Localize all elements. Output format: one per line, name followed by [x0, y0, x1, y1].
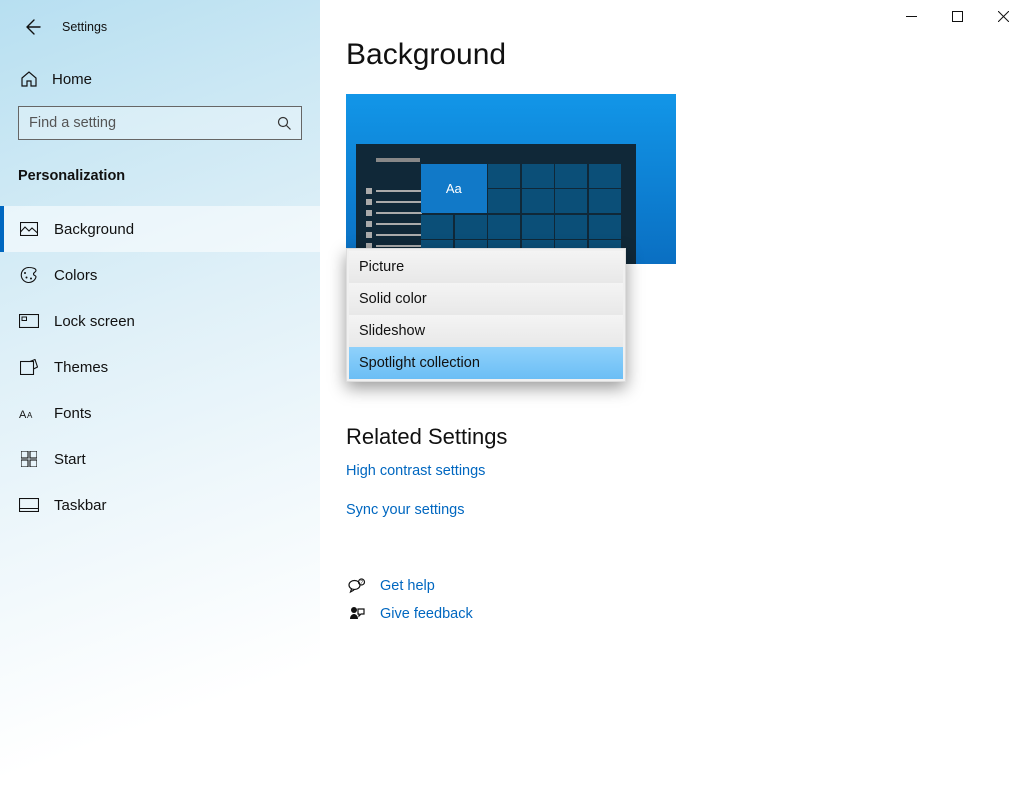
background-icon: [18, 222, 40, 236]
link-give-feedback[interactable]: Give feedback: [380, 606, 473, 622]
dropdown-option-spotlight[interactable]: Spotlight collection: [349, 347, 623, 379]
fonts-icon: AA: [18, 406, 40, 420]
svg-text:A: A: [19, 409, 27, 420]
home-icon: [18, 70, 40, 88]
help-icon: ?: [346, 578, 368, 594]
preview-sample-text: Aa: [421, 164, 487, 213]
sidebar-item-start[interactable]: Start: [0, 436, 320, 482]
sidebar: Settings Home Personalization Background…: [0, 0, 320, 802]
search-icon: [267, 107, 301, 139]
sidebar-item-fonts[interactable]: AA Fonts: [0, 390, 320, 436]
lockscreen-icon: [18, 314, 40, 328]
sidebar-item-colors[interactable]: Colors: [0, 252, 320, 298]
background-preview: Aa: [346, 94, 676, 264]
home-link[interactable]: Home: [0, 70, 320, 88]
main-content: Background Aa Picture Solid color Slides…: [320, 0, 1026, 802]
sidebar-item-label: Colors: [54, 267, 97, 284]
sidebar-item-label: Start: [54, 451, 86, 468]
sidebar-item-taskbar[interactable]: Taskbar: [0, 482, 320, 528]
sidebar-item-lockscreen[interactable]: Lock screen: [0, 298, 320, 344]
app-title: Settings: [62, 20, 107, 34]
dropdown-option-slideshow[interactable]: Slideshow: [349, 315, 623, 347]
dropdown-option-solid-color[interactable]: Solid color: [349, 283, 623, 315]
link-get-help[interactable]: Get help: [380, 578, 435, 594]
related-settings-heading: Related Settings: [346, 424, 1026, 450]
sidebar-item-label: Background: [54, 221, 134, 238]
colors-icon: [18, 266, 40, 284]
sidebar-item-themes[interactable]: Themes: [0, 344, 320, 390]
sidebar-item-label: Taskbar: [54, 497, 107, 514]
section-title: Personalization: [0, 168, 320, 184]
feedback-icon: [346, 606, 368, 622]
sidebar-item-background[interactable]: Background: [0, 206, 320, 252]
search-box[interactable]: [18, 106, 302, 140]
taskbar-icon: [18, 498, 40, 512]
dropdown-option-picture[interactable]: Picture: [349, 251, 623, 283]
sidebar-item-label: Fonts: [54, 405, 92, 422]
home-label: Home: [52, 71, 92, 88]
link-high-contrast-settings[interactable]: High contrast settings: [346, 463, 485, 479]
svg-text:?: ?: [360, 580, 363, 586]
back-button[interactable]: [20, 15, 44, 39]
link-sync-your-settings[interactable]: Sync your settings: [346, 502, 464, 518]
themes-icon: [18, 359, 40, 375]
start-icon: [18, 451, 40, 467]
sidebar-item-label: Themes: [54, 359, 108, 376]
page-title: Background: [346, 38, 1026, 72]
search-input[interactable]: [19, 115, 267, 131]
settings-window: Settings Home Personalization Background…: [0, 0, 1026, 802]
sidebar-item-label: Lock screen: [54, 313, 135, 330]
svg-text:A: A: [27, 411, 33, 420]
background-mode-dropdown[interactable]: Picture Solid color Slideshow Spotlight …: [346, 248, 626, 382]
